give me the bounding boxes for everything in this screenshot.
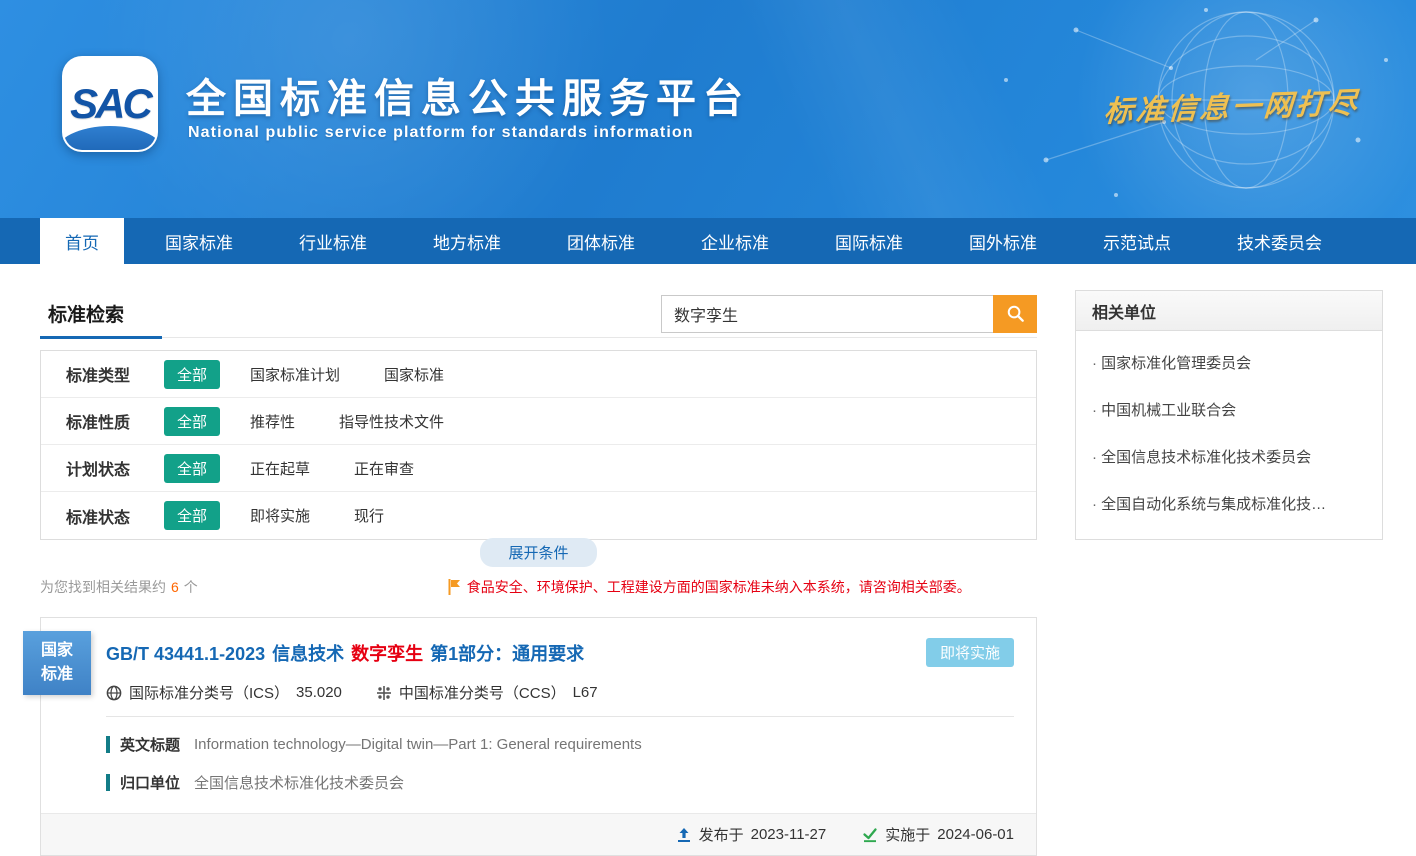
english-title-value: Information technology—Digital twin—Part… xyxy=(194,736,642,753)
expand-conditions-button[interactable]: 展开条件 xyxy=(480,538,596,567)
english-title-label: 英文标题 xyxy=(120,734,180,755)
site-subtitle: National public service platform for sta… xyxy=(188,124,694,142)
title-part1: 信息技术 xyxy=(272,644,344,664)
summary-count: 6 xyxy=(171,579,179,595)
filter-label: 标准性质 xyxy=(66,409,164,433)
sac-logo-text: SAC xyxy=(70,80,150,128)
filter-option[interactable]: 正在审查 xyxy=(354,458,414,479)
filter-label: 标准状态 xyxy=(66,504,164,528)
filter-all-button[interactable]: 全部 xyxy=(164,501,220,530)
standard-code: GB/T 43441.1-2023 xyxy=(106,644,265,664)
badge-line2: 标准 xyxy=(23,663,91,687)
nav-item-international-standards[interactable]: 国际标准 xyxy=(810,218,928,264)
filter-option[interactable]: 国家标准计划 xyxy=(250,364,340,385)
ics-meta: 国际标准分类号（ICS） 35.020 xyxy=(106,682,342,703)
published-date: 2023-11-27 xyxy=(751,826,827,843)
filter-row-plan-status: 计划状态 全部 正在起草 正在审查 xyxy=(41,445,1036,492)
filter-option[interactable]: 推荐性 xyxy=(250,411,295,432)
related-units-title: 相关单位 xyxy=(1076,291,1382,331)
field-accent-bar xyxy=(106,774,110,791)
result-card: 国家 标准 GB/T 43441.1-2023信息技术数字孪生第1部分：通用要求… xyxy=(40,617,1037,856)
filter-option[interactable]: 国家标准 xyxy=(384,364,444,385)
field-accent-bar xyxy=(106,736,110,753)
filter-box: 标准类型 全部 国家标准计划 国家标准 标准性质 全部 推荐性 指导性技术文件 … xyxy=(40,350,1037,540)
filter-option[interactable]: 即将实施 xyxy=(250,505,310,526)
card-head: GB/T 43441.1-2023 信息技术数字孪生第1部分：通用要求 即将实施 xyxy=(41,618,1036,667)
national-standard-badge: 国家 标准 xyxy=(23,631,91,695)
related-unit-link[interactable]: 国家标准化管理委员会 xyxy=(1090,339,1368,386)
filter-option[interactable]: 正在起草 xyxy=(250,458,310,479)
globe-icon xyxy=(106,685,122,701)
crosshair-icon xyxy=(376,685,392,701)
nav-item-local-standards[interactable]: 地方标准 xyxy=(408,218,526,264)
search-input[interactable] xyxy=(661,295,993,333)
site-title: 全国标准信息公共服务平台 xyxy=(186,66,750,124)
nav-item-technical-committee[interactable]: 技术委员会 xyxy=(1212,218,1347,264)
implemented-label: 实施于 xyxy=(885,824,930,845)
badge-line1: 国家 xyxy=(23,639,91,663)
filter-label: 计划状态 xyxy=(66,456,164,480)
nav-item-home[interactable]: 首页 xyxy=(40,218,124,264)
published-date-item: 发布于 2023-11-27 xyxy=(676,824,827,845)
filter-row-standard-status: 标准状态 全部 即将实施 现行 xyxy=(41,492,1036,539)
nav-item-foreign-standards[interactable]: 国外标准 xyxy=(944,218,1062,264)
nav-item-pilot[interactable]: 示范试点 xyxy=(1078,218,1196,264)
related-unit-link[interactable]: 中国机械工业联合会 xyxy=(1090,386,1368,433)
nav-item-group-standards[interactable]: 团体标准 xyxy=(542,218,660,264)
ccs-meta: 中国标准分类号（CCS） L67 xyxy=(376,682,598,703)
related-units-panel: 相关单位 国家标准化管理委员会 中国机械工业联合会 全国信息技术标准化技术委员会… xyxy=(1075,290,1383,540)
related-unit-link[interactable]: 全国信息技术标准化技术委员会 xyxy=(1090,433,1368,480)
nav-item-national-standards[interactable]: 国家标准 xyxy=(140,218,258,264)
filter-all-button[interactable]: 全部 xyxy=(164,360,220,389)
expand-wrap: 展开条件 xyxy=(40,540,1037,567)
ccs-label: 中国标准分类号（CCS） xyxy=(399,682,566,703)
content-area: 标准检索 标准类型 全部 国家标准计划 国家标准 标准性质 xyxy=(0,264,1416,856)
english-title-field: 英文标题 Information technology—Digital twin… xyxy=(106,734,1014,755)
main-nav: 首页 国家标准 行业标准 地方标准 团体标准 企业标准 国际标准 国外标准 示范… xyxy=(0,218,1416,264)
sac-logo: SAC xyxy=(62,56,158,152)
published-label: 发布于 xyxy=(699,824,744,845)
flag-icon xyxy=(448,579,461,595)
org-field: 归口单位 全国信息技术标准化技术委员会 xyxy=(106,772,1014,793)
summary-prefix: 为您找到相关结果约 xyxy=(40,579,166,595)
title-highlight: 数字孪生 xyxy=(351,644,423,664)
card-footer: 发布于 2023-11-27 实施于 2024-06-01 xyxy=(41,813,1036,855)
filter-row-type: 标准类型 全部 国家标准计划 国家标准 xyxy=(41,351,1036,398)
ccs-value: L67 xyxy=(573,684,598,701)
ics-value: 35.020 xyxy=(296,684,342,701)
title-part2: 第1部分：通用要求 xyxy=(430,644,584,664)
filter-all-button[interactable]: 全部 xyxy=(164,454,220,483)
publish-upload-icon xyxy=(676,827,692,843)
filter-all-button[interactable]: 全部 xyxy=(164,407,220,436)
status-badge: 即将实施 xyxy=(926,638,1014,667)
results-summary: 为您找到相关结果约 6个 xyxy=(40,577,198,597)
implemented-date-item: 实施于 2024-06-01 xyxy=(862,824,1014,845)
notice-text: 食品安全、环境保护、工程建设方面的国家标准未纳入本系统，请咨询相关部委。 xyxy=(467,577,971,597)
search-row: 标准检索 xyxy=(40,290,1037,338)
related-units-list: 国家标准化管理委员会 中国机械工业联合会 全国信息技术标准化技术委员会 全国自动… xyxy=(1076,331,1382,539)
card-meta: 国际标准分类号（ICS） 35.020 中国标准分类号（CCS） L67 xyxy=(106,667,1014,717)
implement-check-icon xyxy=(862,827,878,843)
ics-label: 国际标准分类号（ICS） xyxy=(129,682,289,703)
filter-option[interactable]: 指导性技术文件 xyxy=(339,411,444,432)
summary-row: 为您找到相关结果约 6个 食品安全、环境保护、工程建设方面的国家标准未纳入本系统，… xyxy=(40,577,1037,597)
search-icon xyxy=(1006,304,1025,323)
filter-label: 标准类型 xyxy=(66,362,164,386)
search-box xyxy=(661,295,1037,333)
site-header: SAC 全国标准信息公共服务平台 National public service… xyxy=(0,0,1416,218)
main-column: 标准检索 标准类型 全部 国家标准计划 国家标准 标准性质 xyxy=(40,290,1037,856)
filter-option[interactable]: 现行 xyxy=(354,505,384,526)
nav-item-enterprise-standards[interactable]: 企业标准 xyxy=(676,218,794,264)
search-button[interactable] xyxy=(993,295,1037,333)
standard-title-link[interactable]: GB/T 43441.1-2023 信息技术数字孪生第1部分：通用要求 xyxy=(106,640,591,666)
org-label: 归口单位 xyxy=(120,772,180,793)
exclusion-notice: 食品安全、环境保护、工程建设方面的国家标准未纳入本系统，请咨询相关部委。 xyxy=(448,577,971,597)
summary-suffix: 个 xyxy=(184,579,198,595)
implemented-date: 2024-06-01 xyxy=(937,826,1014,843)
related-unit-link[interactable]: 全国自动化系统与集成标准化技… xyxy=(1090,480,1368,527)
nav-item-industry-standards[interactable]: 行业标准 xyxy=(274,218,392,264)
tab-standard-search[interactable]: 标准检索 xyxy=(40,290,162,339)
org-value: 全国信息技术标准化技术委员会 xyxy=(194,772,404,793)
filter-row-nature: 标准性质 全部 推荐性 指导性技术文件 xyxy=(41,398,1036,445)
